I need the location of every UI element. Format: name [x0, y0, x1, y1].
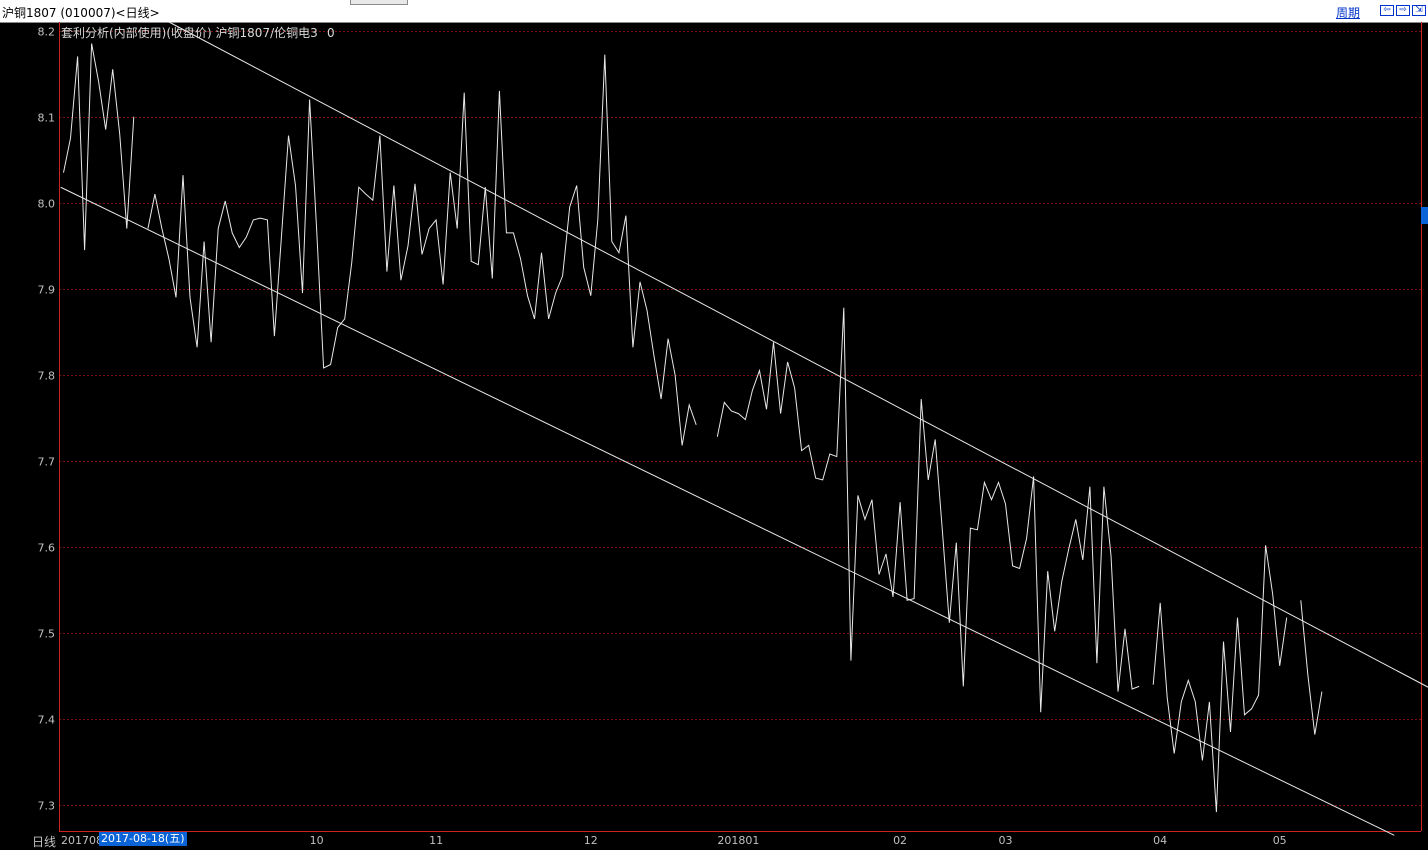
y-tick-label: 8.1	[38, 112, 56, 125]
y-axis-labels: 7.3 7.4 7.5 7.6 7.7 7.8 7.9 8.0 8.1 8.2	[38, 26, 56, 813]
y-tick-label: 8.0	[38, 198, 56, 211]
x-tick-label: 11	[429, 834, 443, 846]
chart-frame	[59, 22, 1422, 832]
x-tick-label: 12	[584, 834, 598, 846]
x-tick-label: 201708	[61, 834, 103, 846]
y-tick-label: 7.8	[38, 370, 56, 383]
y-tick-label: 7.9	[38, 284, 56, 297]
x-tick-label: 05	[1273, 834, 1287, 846]
grid-layer	[59, 31, 1421, 806]
y-tick-label: 7.4	[38, 714, 56, 727]
trend-line	[168, 21, 1428, 688]
indicator-title: 套利分析(内部使用)(收盘价) 沪铜1807/伦铜电3	[61, 25, 318, 40]
y-tick-label: 7.3	[38, 800, 56, 813]
trend-lines	[60, 21, 1428, 836]
selected-date-badge: 2017-08-18(五)	[99, 832, 187, 846]
price-marker	[1421, 207, 1428, 224]
price-series	[63, 43, 1323, 813]
trend-line	[60, 186, 1395, 836]
series-segment	[63, 43, 135, 251]
x-tick-label: 10	[310, 834, 324, 846]
x-tick-label: 04	[1153, 834, 1167, 846]
series-segment	[716, 307, 1140, 713]
series-segment	[1300, 600, 1323, 735]
series-segment	[147, 54, 697, 446]
period-label: 日线	[32, 835, 57, 849]
y-tick-label: 7.5	[38, 628, 56, 641]
y-tick-label: 8.2	[38, 26, 56, 39]
x-tick-label: 02	[893, 834, 907, 846]
x-tick-label: 03	[999, 834, 1013, 846]
x-tick-label: 201801	[717, 834, 759, 846]
x-axis-labels: 201708 10 11 12 201801 02 03 04 05	[61, 834, 1287, 846]
indicator-value: 0	[327, 26, 335, 40]
y-tick-label: 7.6	[38, 542, 56, 555]
y-tick-label: 7.7	[38, 456, 56, 469]
spread-line-chart[interactable]: 7.3 7.4 7.5 7.6 7.7 7.8 7.9 8.0 8.1 8.2 201708 10 1…	[0, 0, 1428, 846]
series-segment	[1152, 545, 1288, 813]
